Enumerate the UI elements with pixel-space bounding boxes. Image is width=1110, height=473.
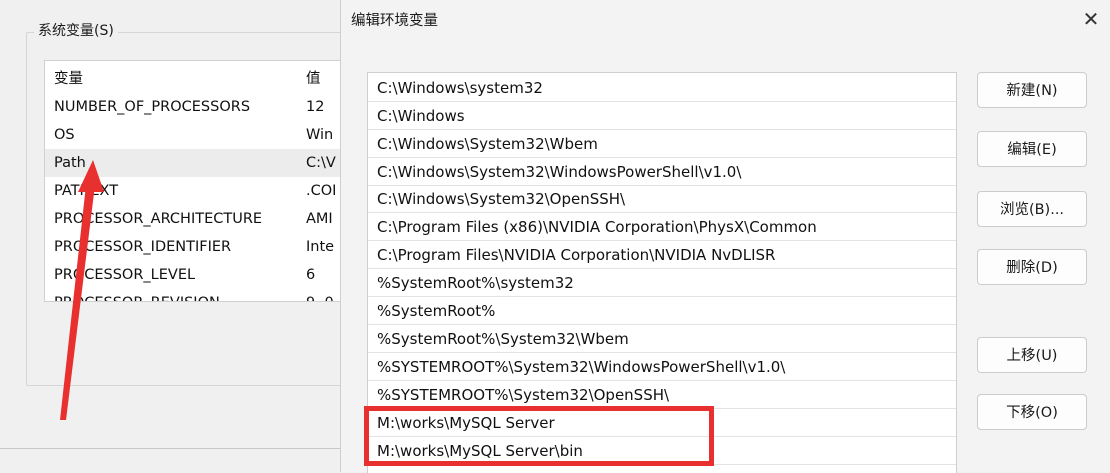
list-item[interactable]: M:\works\MySQL Server\bin xyxy=(368,438,956,465)
table-row[interactable]: PROCESSOR_IDENTIFIER Inte xyxy=(45,233,346,261)
variable-name: PATHEXT xyxy=(54,183,119,199)
table-row[interactable]: PROCESSOR_LEVEL 6 xyxy=(45,261,346,289)
path-entry-text: %SystemRoot%\system32 xyxy=(377,274,574,292)
table-row[interactable]: PROCESSOR_ARCHITECTURE AMI xyxy=(45,205,346,233)
path-entries-list: C:\Windows\system32 C:\Windows C:\Window… xyxy=(367,72,957,473)
path-entry-text: %SYSTEMROOT%\System32\OpenSSH\ xyxy=(377,386,670,404)
path-entry-text: C:\Windows\System32\Wbem xyxy=(377,135,598,153)
table-row[interactable]: PATHEXT .COI xyxy=(45,177,346,205)
edit-button[interactable]: 编辑(E) xyxy=(977,131,1087,167)
browse-button[interactable]: 浏览(B)... xyxy=(977,191,1087,227)
path-entry-text: C:\Windows\System32\OpenSSH\ xyxy=(377,190,626,208)
list-item[interactable]: C:\Windows\System32\OpenSSH\ xyxy=(368,186,956,213)
list-item[interactable]: %SystemRoot%\System32\Wbem xyxy=(368,326,956,353)
list-item[interactable]: %SystemRoot%\system32 xyxy=(368,270,956,297)
list-item[interactable]: C:\Program Files\NVIDIA Corporation\NVID… xyxy=(368,242,956,269)
dialog-title: 编辑环境变量 xyxy=(351,13,438,29)
list-item[interactable]: %SystemRoot% xyxy=(368,298,956,325)
path-entry-text: %SYSTEMROOT%\System32\WindowsPowerShell\… xyxy=(377,358,786,376)
delete-button[interactable]: 删除(D) xyxy=(977,249,1087,285)
variable-name: PROCESSOR_IDENTIFIER xyxy=(54,239,232,255)
variable-name: OS xyxy=(54,127,75,143)
variable-value: 9..0 xyxy=(306,289,334,301)
edit-environment-variable-dialog: 编辑环境变量 ✕ C:\Windows\system32 C:\Windows … xyxy=(340,0,1110,473)
variable-value: AMI xyxy=(306,211,333,227)
list-item[interactable]: C:\Program Files (x86)\NVIDIA Corporatio… xyxy=(368,214,956,241)
variable-name: Path xyxy=(54,155,86,171)
path-entry-text: C:\Program Files\NVIDIA Corporation\NVID… xyxy=(377,246,776,264)
variable-name: PROCESSOR_ARCHITECTURE xyxy=(54,211,263,227)
path-entry-text: M:\works\MySQL Server xyxy=(377,414,555,432)
list-item[interactable]: M:\works\MySQL Server xyxy=(368,410,956,437)
variable-name: PROCESSOR_REVISION xyxy=(54,289,220,301)
divider xyxy=(0,448,345,449)
system-variables-group-title: 系统变量(S) xyxy=(34,20,118,40)
variable-value: 6 xyxy=(306,267,316,283)
list-item[interactable]: %SYSTEMROOT%\System32\WindowsPowerShell\… xyxy=(368,354,956,381)
system-variables-table: 变量 值 NUMBER_OF_PROCESSORS 12 OS Win Path… xyxy=(44,60,347,302)
column-header-variable[interactable]: 变量 xyxy=(54,65,83,93)
move-down-button[interactable]: 下移(O) xyxy=(977,394,1087,430)
table-header: 变量 值 xyxy=(45,65,346,93)
list-item[interactable]: C:\Windows xyxy=(368,103,956,130)
list-item[interactable]: C:\Windows\System32\Wbem xyxy=(368,131,956,158)
table-row-path-selected[interactable]: Path C:\V xyxy=(45,149,346,177)
path-entry-text: C:\Windows\system32 xyxy=(377,79,543,97)
close-icon[interactable]: ✕ xyxy=(1077,6,1105,32)
list-item[interactable]: C:\Windows\System32\WindowsPowerShell\v1… xyxy=(368,159,956,186)
column-header-value[interactable]: 值 xyxy=(306,65,321,93)
variable-value: 12 xyxy=(306,99,325,115)
move-up-button[interactable]: 上移(U) xyxy=(977,337,1087,373)
path-entry-text: C:\Program Files (x86)\NVIDIA Corporatio… xyxy=(377,218,817,236)
new-button[interactable]: 新建(N) xyxy=(977,72,1087,108)
path-entry-text: C:\Windows xyxy=(377,107,465,125)
path-entry-text: M:\works\MySQL Server\bin xyxy=(377,442,583,460)
variable-value: Win xyxy=(306,127,334,143)
table-row[interactable]: NUMBER_OF_PROCESSORS 12 xyxy=(45,93,346,121)
list-item[interactable]: C:\Windows\system32 xyxy=(368,75,956,102)
list-item[interactable]: %SYSTEMROOT%\System32\OpenSSH\ xyxy=(368,382,956,409)
variable-name: PROCESSOR_LEVEL xyxy=(54,267,196,283)
path-entry-text: C:\Windows\System32\WindowsPowerShell\v1… xyxy=(377,163,742,181)
variable-value: C:\V xyxy=(306,155,336,171)
path-entry-text: %SystemRoot% xyxy=(377,302,496,320)
variable-value: .COI xyxy=(306,183,337,199)
system-variables-window: 系统变量(S) 变量 值 NUMBER_OF_PROCESSORS 12 OS … xyxy=(0,0,358,472)
table-row[interactable]: OS Win xyxy=(45,121,346,149)
variable-value: Inte xyxy=(306,239,335,255)
table-row[interactable]: PROCESSOR_REVISION 9..0 xyxy=(45,289,346,301)
variable-name: NUMBER_OF_PROCESSORS xyxy=(54,99,251,115)
path-entry-text: %SystemRoot%\System32\Wbem xyxy=(377,330,629,348)
